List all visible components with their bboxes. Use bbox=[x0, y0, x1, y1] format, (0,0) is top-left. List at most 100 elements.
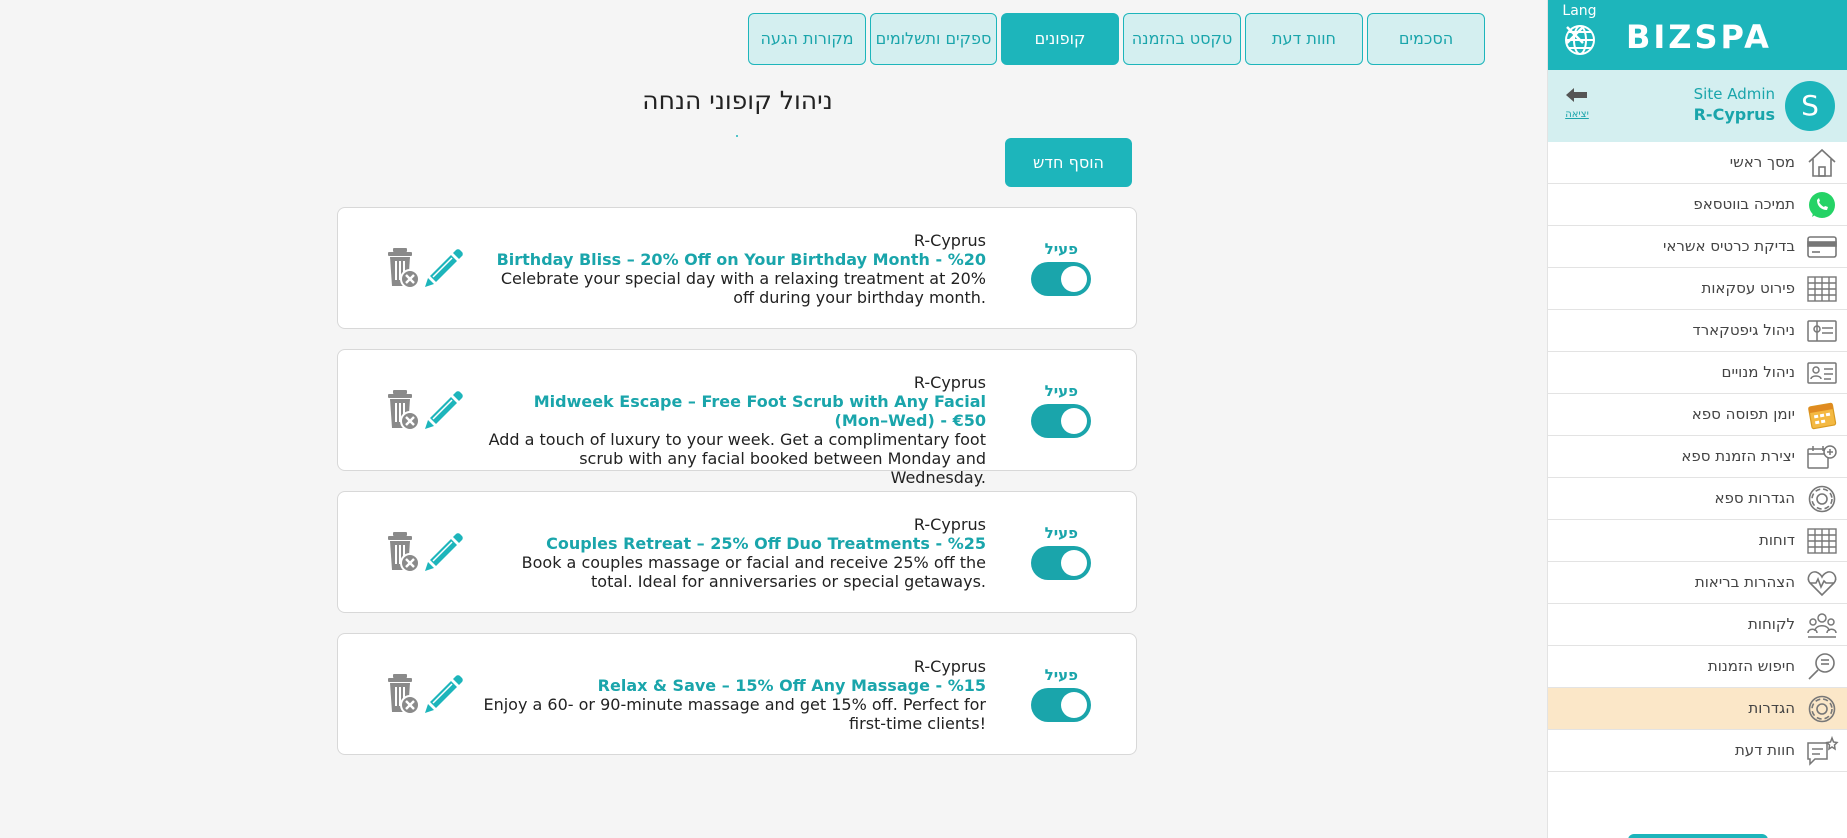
edit-pencil-icon[interactable] bbox=[422, 388, 464, 430]
sidebar-header: Lang BIZSPA bbox=[1548, 0, 1847, 70]
coupon-card: פעיל R-Cyprus Birthday Bliss – 20% Off o… bbox=[337, 207, 1137, 329]
feedback-icon bbox=[1807, 735, 1839, 766]
coupon-business: R-Cyprus bbox=[913, 657, 986, 676]
sidebar-item-label: יצירת הזמנת ספא bbox=[1681, 447, 1795, 465]
user-name: Site Admin bbox=[1693, 85, 1775, 103]
report-table-icon bbox=[1807, 528, 1837, 554]
sidebar-item-settings[interactable]: הגדרות bbox=[1548, 688, 1847, 730]
sidebar-menu: מסך ראשי תמיכה בווטסאפ בדיקת כרטיס אשראי… bbox=[1548, 142, 1847, 772]
edit-pencil-icon[interactable] bbox=[422, 530, 464, 572]
logout-label: יציאה bbox=[1565, 109, 1589, 120]
tab-booking-text[interactable]: טקסט בהזמנה bbox=[1123, 13, 1241, 65]
coupon-description: Enjoy a 60- or 90-minute massage and get… bbox=[483, 695, 986, 733]
coupon-card: פעיל R-Cyprus Midweek Escape – Free Foot… bbox=[337, 349, 1137, 487]
sidebar-item-label: מסך ראשי bbox=[1729, 153, 1795, 171]
sidebar-item-label: הצהרות בריאות bbox=[1694, 573, 1795, 591]
coupon-text: R-Cyprus Birthday Bliss – 20% Off on You… bbox=[481, 231, 986, 307]
sidebar-item-transactions[interactable]: פירוט עסקאות bbox=[1548, 268, 1847, 310]
coupon-status: פעיל bbox=[1044, 666, 1078, 684]
coupon-text: R-Cyprus Couples Retreat – 25% Off Duo T… bbox=[481, 515, 986, 591]
tab-suppliers-payments[interactable]: ספקים ותשלומים bbox=[870, 13, 997, 65]
trash-delete-icon[interactable] bbox=[384, 246, 420, 290]
sidebar-item-label: חיפוש הזמנות bbox=[1707, 657, 1795, 675]
tab-referral-sources[interactable]: מקורות הגעה bbox=[748, 13, 866, 65]
sidebar-item-reports[interactable]: דוחות bbox=[1548, 520, 1847, 562]
coupon-status: פעיל bbox=[1044, 240, 1078, 258]
coupon-status: פעיל bbox=[1044, 382, 1078, 400]
gear-icon bbox=[1808, 485, 1836, 513]
sidebar-item-label: יומן תפוסה ספא bbox=[1691, 405, 1795, 423]
sidebar-item-giftcard[interactable]: ניהול גיפטקארד bbox=[1548, 310, 1847, 352]
toggle-knob bbox=[1061, 266, 1087, 292]
sidebar-item-label: ניהול גיפטקארד bbox=[1692, 321, 1796, 339]
calendar-icon bbox=[1808, 402, 1837, 430]
heartbeat-icon bbox=[1807, 571, 1837, 597]
edit-pencil-icon[interactable] bbox=[422, 672, 464, 714]
coupon-description: Celebrate your special day with a relaxi… bbox=[500, 269, 986, 307]
sidebar-item-label: הגדרות ספא bbox=[1714, 489, 1795, 507]
trash-delete-icon[interactable] bbox=[384, 388, 420, 432]
coupon-title: Relax & Save – 15% Off Any Massage - %15 bbox=[597, 676, 986, 695]
coupon-active-toggle[interactable] bbox=[1031, 546, 1091, 580]
coupon-card: פעיל R-Cyprus Relax & Save – 15% Off Any… bbox=[337, 633, 1137, 755]
settings-gear-icon bbox=[1808, 695, 1836, 723]
coupon-active-toggle[interactable] bbox=[1031, 688, 1091, 722]
coupon-title: Couples Retreat – 25% Off Duo Treatments… bbox=[546, 534, 986, 553]
id-card-icon bbox=[1807, 362, 1837, 384]
tab-coupons[interactable]: קופונים bbox=[1001, 13, 1119, 65]
coupon-title: Midweek Escape – Free Foot Scrub with An… bbox=[533, 392, 986, 430]
close-icon[interactable] bbox=[1560, 20, 1590, 50]
arrow-left-icon bbox=[1566, 88, 1587, 102]
coupon-text: R-Cyprus Midweek Escape – Free Foot Scru… bbox=[481, 373, 986, 487]
sidebar-item-label: בדיקת כרטיס אשראי bbox=[1663, 237, 1795, 255]
sidebar-item-feedback[interactable]: חוות דעת bbox=[1548, 730, 1847, 772]
user-panel: S Site Admin R-Cyprus יציאה bbox=[1548, 70, 1847, 142]
coupon-active-toggle[interactable] bbox=[1031, 262, 1091, 296]
sidebar-item-label: חוות דעת bbox=[1734, 741, 1795, 759]
coupon-active-toggle[interactable] bbox=[1031, 404, 1091, 438]
edit-pencil-icon[interactable] bbox=[422, 246, 464, 288]
sidebar-item-health-declarations[interactable]: הצהרות בריאות bbox=[1548, 562, 1847, 604]
sidebar-bottom-button[interactable] bbox=[1628, 834, 1768, 838]
sidebar-item-credit-card-check[interactable]: בדיקת כרטיס אשראי bbox=[1548, 226, 1847, 268]
search-bookings-icon bbox=[1808, 653, 1835, 680]
sidebar-item-label: הגדרות bbox=[1748, 699, 1795, 717]
sidebar: Lang BIZSPA S Site Admin R-Cyprus יציאה … bbox=[1547, 0, 1847, 838]
toggle-knob bbox=[1061, 408, 1087, 434]
sidebar-item-home[interactable]: מסך ראשי bbox=[1548, 142, 1847, 184]
sidebar-item-label: פירוט עסקאות bbox=[1701, 279, 1795, 297]
sidebar-item-spa-settings[interactable]: הגדרות ספא bbox=[1548, 478, 1847, 520]
sidebar-item-label: תמיכה בווטסאפ bbox=[1693, 195, 1795, 213]
tab-agreements[interactable]: הסכמים bbox=[1367, 13, 1485, 65]
sidebar-item-spa-calendar[interactable]: יומן תפוסה ספא bbox=[1548, 394, 1847, 436]
toggle-knob bbox=[1061, 550, 1087, 576]
avatar: S bbox=[1785, 81, 1835, 131]
trash-delete-icon[interactable] bbox=[384, 530, 420, 574]
giftcard-icon bbox=[1807, 320, 1837, 342]
sidebar-item-label: לקוחות bbox=[1748, 615, 1795, 633]
coupon-description: Add a touch of luxury to your week. Get … bbox=[488, 430, 986, 487]
sidebar-item-customers[interactable]: לקוחות bbox=[1548, 604, 1847, 646]
coupon-title: Birthday Bliss – 20% Off on Your Birthda… bbox=[496, 250, 986, 269]
tab-reviews[interactable]: חוות דעת bbox=[1245, 13, 1363, 65]
coupon-description: Book a couples massage or facial and rec… bbox=[521, 553, 986, 591]
coupon-text: R-Cyprus Relax & Save – 15% Off Any Mass… bbox=[481, 657, 986, 733]
sidebar-item-search-bookings[interactable]: חיפוש הזמנות bbox=[1548, 646, 1847, 688]
loading-dot bbox=[736, 135, 738, 137]
sidebar-item-label: ניהול מנויים bbox=[1721, 363, 1795, 381]
credit-card-icon bbox=[1807, 236, 1837, 258]
sidebar-item-label: דוחות bbox=[1758, 531, 1795, 549]
sidebar-item-whatsapp-support[interactable]: תמיכה בווטסאפ bbox=[1548, 184, 1847, 226]
language-label: Lang bbox=[1562, 3, 1597, 19]
coupon-business: R-Cyprus bbox=[913, 515, 986, 534]
sidebar-item-subscriptions[interactable]: ניהול מנויים bbox=[1548, 352, 1847, 394]
logout-button[interactable]: יציאה bbox=[1562, 87, 1592, 120]
add-booking-icon bbox=[1807, 445, 1837, 469]
trash-delete-icon[interactable] bbox=[384, 672, 420, 716]
user-business: R-Cyprus bbox=[1693, 105, 1775, 124]
sidebar-item-create-spa-booking[interactable]: יצירת הזמנת ספא bbox=[1548, 436, 1847, 478]
add-new-coupon-button[interactable]: הוסף חדש bbox=[1005, 138, 1132, 187]
home-icon bbox=[1808, 148, 1836, 177]
coupon-business: R-Cyprus bbox=[913, 373, 986, 392]
bizspa-logo: BIZSPA bbox=[1626, 18, 1772, 56]
